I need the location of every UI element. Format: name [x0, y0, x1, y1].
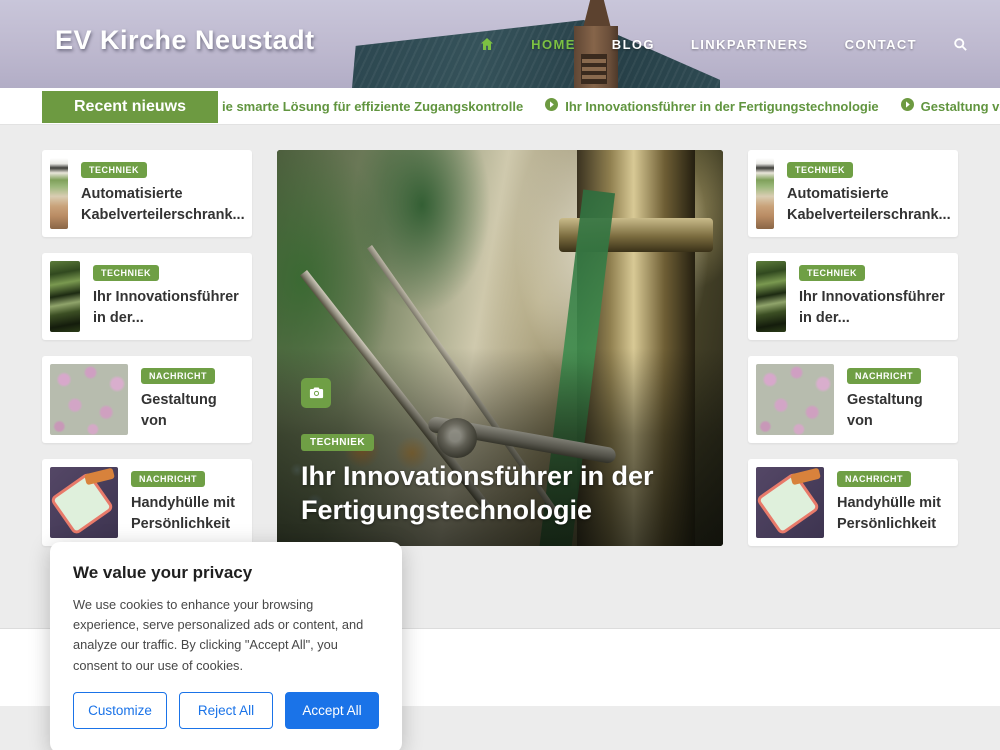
category-badge[interactable]: NACHRICHT	[837, 471, 911, 487]
cookie-consent-dialog: We value your privacy We use cookies to …	[50, 542, 402, 750]
card-title[interactable]: Ihr Innovationsführer in der...	[799, 287, 950, 329]
card-thumbnail	[756, 158, 774, 229]
search-icon[interactable]	[953, 37, 968, 52]
card-thumbnail	[50, 261, 80, 332]
camera-icon[interactable]	[301, 378, 331, 408]
card-title[interactable]: Automatisierte Kabelverteilerschrank...	[81, 184, 244, 226]
reject-all-button[interactable]: Reject All	[179, 692, 273, 729]
category-badge[interactable]: NACHRICHT	[131, 471, 205, 487]
nav-item-blog[interactable]: BLOG	[612, 37, 655, 52]
nav-item-contact[interactable]: CONTACT	[845, 37, 917, 52]
ticker-item[interactable]: Ihr Innovationsführer in der Fertigungst…	[545, 98, 878, 114]
category-badge[interactable]: NACHRICHT	[141, 368, 215, 384]
nav-item-home[interactable]: HOME	[531, 37, 576, 52]
featured-post[interactable]: TECHNIEK Ihr Innovationsführer in der Fe…	[277, 150, 723, 546]
accept-all-button[interactable]: Accept All	[285, 692, 379, 729]
category-badge[interactable]: NACHRICHT	[847, 368, 921, 384]
card-thumbnail	[756, 364, 834, 435]
card-thumbnail	[50, 364, 128, 435]
category-badge[interactable]: TECHNIEK	[799, 265, 865, 281]
home-icon[interactable]	[479, 36, 495, 52]
category-badge[interactable]: TECHNIEK	[93, 265, 159, 281]
card-thumbnail	[50, 467, 118, 538]
cookie-body-text: We use cookies to enhance your browsing …	[73, 595, 379, 676]
ticker-label: Recent nieuws	[42, 91, 218, 123]
nav-item-linkpartners[interactable]: LINKPARTNERS	[691, 37, 809, 52]
card-title[interactable]: Ihr Innovationsführer in der...	[93, 287, 244, 329]
category-badge[interactable]: TECHNIEK	[81, 162, 147, 178]
ticker-item[interactable]: ie smarte Lösung für effiziente Zugangsk…	[222, 99, 523, 114]
site-title[interactable]: EV Kirche Neustadt	[55, 25, 315, 56]
arrow-circle-icon	[545, 98, 558, 114]
arrow-circle-icon	[901, 98, 914, 114]
featured-post-title[interactable]: Ihr Innovationsführer in der Fertigungst…	[301, 459, 699, 528]
ticker-item[interactable]: Gestaltung von Sed	[901, 98, 1000, 114]
news-card[interactable]: NACHRICHT Handyhülle mit Persönlichkeit	[42, 459, 252, 546]
news-card[interactable]: NACHRICHT Gestaltung von Sedumdächern	[748, 356, 958, 443]
card-title[interactable]: Automatisierte Kabelverteilerschrank...	[787, 184, 950, 226]
news-card[interactable]: TECHNIEK Ihr Innovationsführer in der...	[42, 253, 252, 340]
news-card[interactable]: TECHNIEK Automatisierte Kabelverteilersc…	[748, 150, 958, 237]
card-title[interactable]: Handyhülle mit Persönlichkeit	[131, 493, 244, 535]
news-card[interactable]: NACHRICHT Handyhülle mit Persönlichkeit	[748, 459, 958, 546]
customize-button[interactable]: Customize	[73, 692, 167, 729]
card-title[interactable]: Gestaltung von Sedumdächern	[847, 390, 950, 435]
news-card[interactable]: TECHNIEK Automatisierte Kabelverteilersc…	[42, 150, 252, 237]
church-roof-image	[352, 20, 720, 88]
card-thumbnail	[50, 158, 68, 229]
cookie-title: We value your privacy	[73, 563, 379, 583]
card-title[interactable]: Handyhülle mit Persönlichkeit	[837, 493, 950, 535]
card-thumbnail	[756, 467, 824, 538]
news-card[interactable]: TECHNIEK Ihr Innovationsführer in der...	[748, 253, 958, 340]
ticker-items: ie smarte Lösung für effiziente Zugangsk…	[222, 88, 1000, 124]
site-header: EV Kirche Neustadt HOME BLOG LINKPARTNER…	[0, 0, 1000, 88]
card-thumbnail	[756, 261, 786, 332]
card-title[interactable]: Gestaltung von Sedumdächern	[141, 390, 244, 435]
category-badge[interactable]: TECHNIEK	[787, 162, 853, 178]
news-card[interactable]: NACHRICHT Gestaltung von Sedumdächern	[42, 356, 252, 443]
category-badge[interactable]: TECHNIEK	[301, 434, 374, 451]
news-ticker: Recent nieuws ie smarte Lösung für effiz…	[0, 88, 1000, 125]
main-nav: HOME BLOG LINKPARTNERS CONTACT	[479, 36, 968, 52]
sidebar-right: TECHNIEK Automatisierte Kabelverteilersc…	[748, 150, 958, 628]
